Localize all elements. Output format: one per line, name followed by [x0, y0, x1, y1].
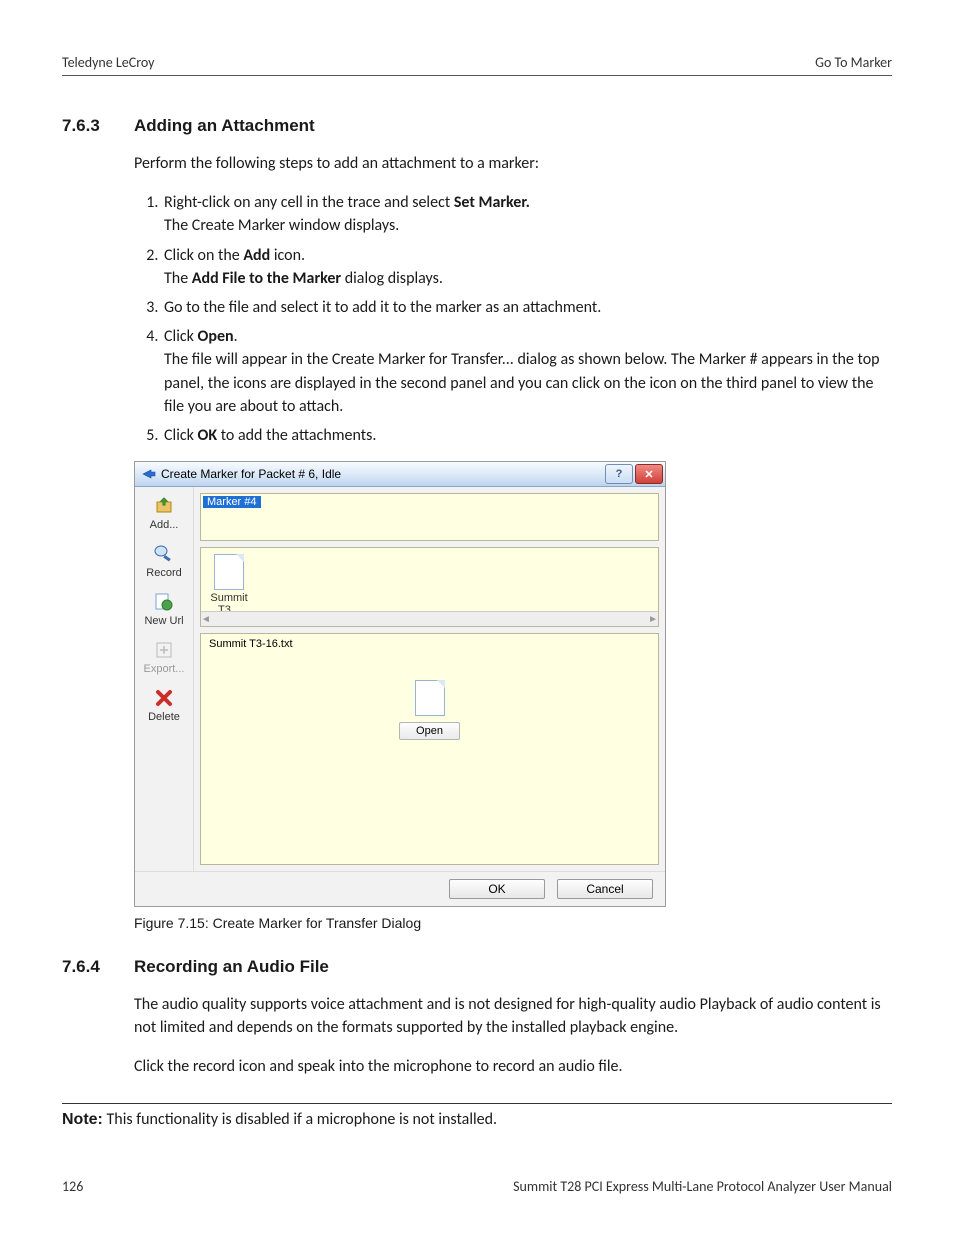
note-separator	[62, 1103, 892, 1104]
note-text: This functionality is disabled if a micr…	[103, 1110, 497, 1129]
preview-doc-icon	[415, 680, 445, 716]
app-icon	[141, 466, 157, 482]
page-header: Teledyne LeCroy Go To Marker	[62, 54, 892, 76]
section-number: 7.6.3	[62, 116, 134, 136]
record-icon	[153, 543, 175, 565]
figure-caption: Figure 7.15: Create Marker for Transfer …	[134, 915, 892, 931]
page-number: 126	[62, 1178, 83, 1195]
intro-paragraph: Perform the following steps to add an at…	[134, 152, 892, 175]
preview-filename: Summit T3-16.txt	[209, 638, 293, 650]
step-5: Click OK to add the attachments.	[162, 424, 892, 447]
step-4: Click Open. The file will appear in the …	[162, 325, 892, 418]
sidebar-export-label: Export...	[144, 663, 185, 675]
document-icon	[214, 554, 244, 590]
dialog-sidebar: Add... Record New Url Export... Delete	[135, 487, 194, 871]
dialog-panes: Marker #4 Summit T3... ◄► Summit T3-16.t…	[194, 487, 665, 871]
dialog-title: Create Marker for Packet # 6, Idle	[161, 467, 603, 481]
doc-title: Summit T28 PCI Express Multi-Lane Protoc…	[513, 1178, 892, 1195]
help-button[interactable]: ?	[605, 464, 633, 484]
horizontal-scrollbar[interactable]: ◄►	[201, 611, 658, 626]
sidebar-add-label: Add...	[150, 519, 179, 531]
create-marker-dialog: Create Marker for Packet # 6, Idle ? ✕ A…	[134, 461, 666, 907]
preview-pane[interactable]: Summit T3-16.txt Open	[200, 633, 659, 865]
export-icon	[153, 639, 175, 661]
marker-name-pane[interactable]: Marker #4	[200, 493, 659, 541]
add-icon	[153, 495, 175, 517]
delete-icon	[153, 687, 175, 709]
sidebar-record-label: Record	[146, 567, 181, 579]
note: Note: This functionality is disabled if …	[62, 1110, 892, 1129]
section-title: Adding an Attachment	[134, 116, 315, 136]
section2-p1: The audio quality supports voice attachm…	[134, 993, 892, 1039]
sidebar-delete-label: Delete	[148, 711, 180, 723]
dialog-titlebar[interactable]: Create Marker for Packet # 6, Idle ? ✕	[135, 462, 665, 487]
step-3: Go to the file and select it to add it t…	[162, 296, 892, 319]
section-title: Recording an Audio File	[134, 957, 329, 977]
sidebar-delete[interactable]: Delete	[148, 687, 180, 723]
sidebar-add[interactable]: Add...	[150, 495, 179, 531]
sidebar-new-url-label: New Url	[144, 615, 183, 627]
cancel-button[interactable]: Cancel	[557, 879, 653, 899]
section-7-6-4-heading: 7.6.4 Recording an Audio File	[62, 957, 892, 977]
sidebar-new-url[interactable]: New Url	[144, 591, 183, 627]
note-label: Note:	[62, 1111, 103, 1128]
page-footer: 126 Summit T28 PCI Express Multi-Lane Pr…	[62, 1178, 892, 1195]
step-2: Click on the Add icon. The Add File to t…	[162, 244, 892, 290]
sidebar-record[interactable]: Record	[146, 543, 181, 579]
open-button[interactable]: Open	[399, 722, 460, 740]
attachments-pane[interactable]: Summit T3... ◄►	[200, 547, 659, 627]
section2-p2: Click the record icon and speak into the…	[134, 1055, 892, 1078]
header-right: Go To Marker	[815, 54, 892, 71]
sidebar-export[interactable]: Export...	[144, 639, 185, 675]
steps-list: Right-click on any cell in the trace and…	[134, 191, 892, 447]
section-7-6-3-heading: 7.6.3 Adding an Attachment	[62, 116, 892, 136]
marker-tag: Marker #4	[203, 496, 261, 508]
step-1: Right-click on any cell in the trace and…	[162, 191, 892, 237]
attachment-thumb[interactable]: Summit T3...	[207, 554, 251, 616]
header-left: Teledyne LeCroy	[62, 54, 155, 71]
new-url-icon	[153, 591, 175, 613]
ok-button[interactable]: OK	[449, 879, 545, 899]
section-number: 7.6.4	[62, 957, 134, 977]
close-button[interactable]: ✕	[635, 464, 663, 484]
dialog-footer: OK Cancel	[135, 871, 665, 906]
